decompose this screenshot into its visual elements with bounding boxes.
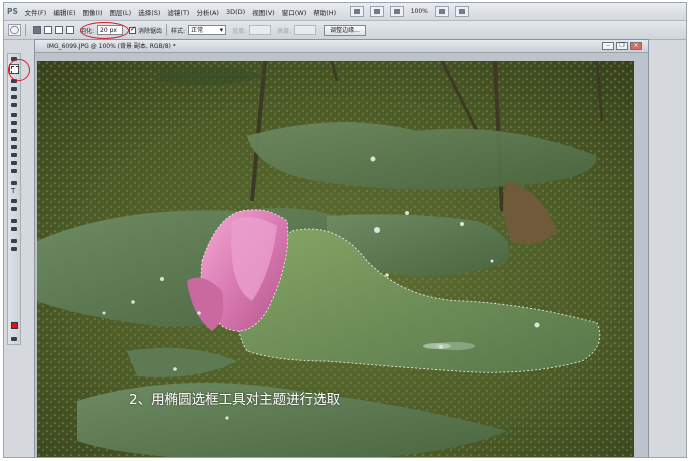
width-label: 宽度: [232, 27, 247, 35]
eyedropper-tool-icon[interactable] [10, 102, 19, 108]
width-input [249, 25, 272, 35]
menu-select[interactable]: 选择(S) [138, 7, 160, 17]
options-bar: ◯ 羽化: 20 px 消除锯齿 样式: 正常 宽度: 高度: 调整边缘... [4, 21, 686, 40]
zoom-level[interactable]: 100% [411, 8, 428, 15]
refine-edge-button[interactable]: 调整边缘... [324, 24, 366, 36]
type-tool-icon[interactable] [10, 187, 19, 195]
tutorial-caption: 2、用椭圆选框工具对主题进行选取 [129, 392, 341, 408]
intersect-selection-icon[interactable] [66, 26, 74, 34]
menu-bar: PS 文件(F) 编辑(E) 图像(I) 图层(L) 选择(S) 滤镜(T) 分… [4, 3, 686, 21]
add-selection-icon[interactable] [44, 26, 52, 34]
menu-file[interactable]: 文件(F) [25, 7, 47, 17]
style-label: 样式: [171, 27, 186, 35]
quick-selection-tool-icon[interactable] [10, 86, 19, 92]
menu-layer[interactable]: 图层(L) [110, 7, 132, 17]
document-title: IMG_6099.JPG @ 100% (背景 副本, RGB/8) * [47, 43, 176, 50]
healing-brush-tool-icon[interactable] [10, 112, 19, 118]
separator [25, 24, 26, 36]
minimize-icon[interactable]: – [602, 42, 614, 50]
pen-tool-icon[interactable] [10, 180, 19, 186]
mini-bridge-icon[interactable] [369, 6, 384, 17]
ellipse-marquee-preset-icon[interactable]: ◯ [8, 24, 21, 36]
close-icon[interactable]: × [630, 42, 642, 50]
feather-label: 羽化: [80, 27, 95, 35]
eraser-tool-icon[interactable] [10, 144, 19, 150]
move-tool-icon[interactable] [10, 56, 19, 62]
menu-window[interactable]: 窗口(W) [282, 7, 307, 17]
height-input [294, 25, 317, 35]
zoom-tool-icon[interactable] [10, 246, 19, 252]
foreground-color-swatch[interactable] [11, 322, 18, 329]
screen-mode-icon[interactable] [434, 6, 449, 17]
menu-help[interactable]: 帮助(H) [313, 7, 336, 17]
new-selection-icon[interactable] [33, 26, 41, 34]
bridge-icon[interactable] [349, 6, 364, 17]
workspace-icon[interactable] [454, 6, 469, 17]
app-logo: PS [7, 7, 18, 16]
3d-rotate-tool-icon[interactable] [10, 218, 19, 224]
subtract-selection-icon[interactable] [55, 26, 63, 34]
arrange-icon[interactable] [389, 6, 404, 17]
antialias-label: 消除锯齿 [138, 27, 163, 35]
hand-tool-icon[interactable] [10, 238, 19, 244]
menu-analysis[interactable]: 分析(A) [196, 7, 219, 17]
antialias-checkbox[interactable] [129, 25, 137, 34]
path-selection-tool-icon[interactable] [10, 198, 19, 204]
menu-image[interactable]: 图像(I) [83, 7, 103, 17]
document-tab[interactable]: IMG_6099.JPG @ 100% (背景 副本, RGB/8) * – ❐… [35, 40, 648, 53]
menu-view[interactable]: 视图(V) [252, 7, 275, 17]
3d-orbit-tool-icon[interactable] [10, 226, 19, 232]
shape-tool-icon[interactable] [10, 206, 19, 212]
menu-filter[interactable]: 滤镜(T) [167, 7, 189, 17]
clone-stamp-tool-icon[interactable] [10, 128, 19, 134]
brush-tool-icon[interactable] [10, 120, 19, 126]
menu-3d[interactable]: 3D(D) [226, 8, 245, 16]
crop-tool-icon[interactable] [10, 94, 19, 100]
photoshop-window: PS 文件(F) 编辑(E) 图像(I) 图层(L) 选择(S) 滤镜(T) 分… [3, 2, 687, 458]
height-label: 高度: [277, 27, 292, 35]
quick-mask-icon[interactable] [10, 336, 19, 342]
lasso-tool-icon[interactable] [10, 78, 19, 84]
image-canvas[interactable]: 2、用椭圆选框工具对主题进行选取 [37, 61, 634, 457]
history-brush-tool-icon[interactable] [10, 136, 19, 142]
restore-icon[interactable]: ❐ [616, 42, 628, 50]
elliptical-marquee-tool-icon[interactable] [9, 64, 19, 74]
dodge-tool-icon[interactable] [10, 168, 19, 174]
toolbox [7, 53, 21, 345]
menu-edit[interactable]: 编辑(E) [53, 7, 75, 17]
feather-input[interactable]: 20 px [97, 25, 124, 35]
document-window: IMG_6099.JPG @ 100% (背景 副本, RGB/8) * – ❐… [34, 39, 649, 457]
separator [166, 24, 168, 36]
style-select[interactable]: 正常 [188, 25, 227, 35]
gradient-tool-icon[interactable] [10, 152, 19, 158]
blur-tool-icon[interactable] [10, 160, 19, 166]
